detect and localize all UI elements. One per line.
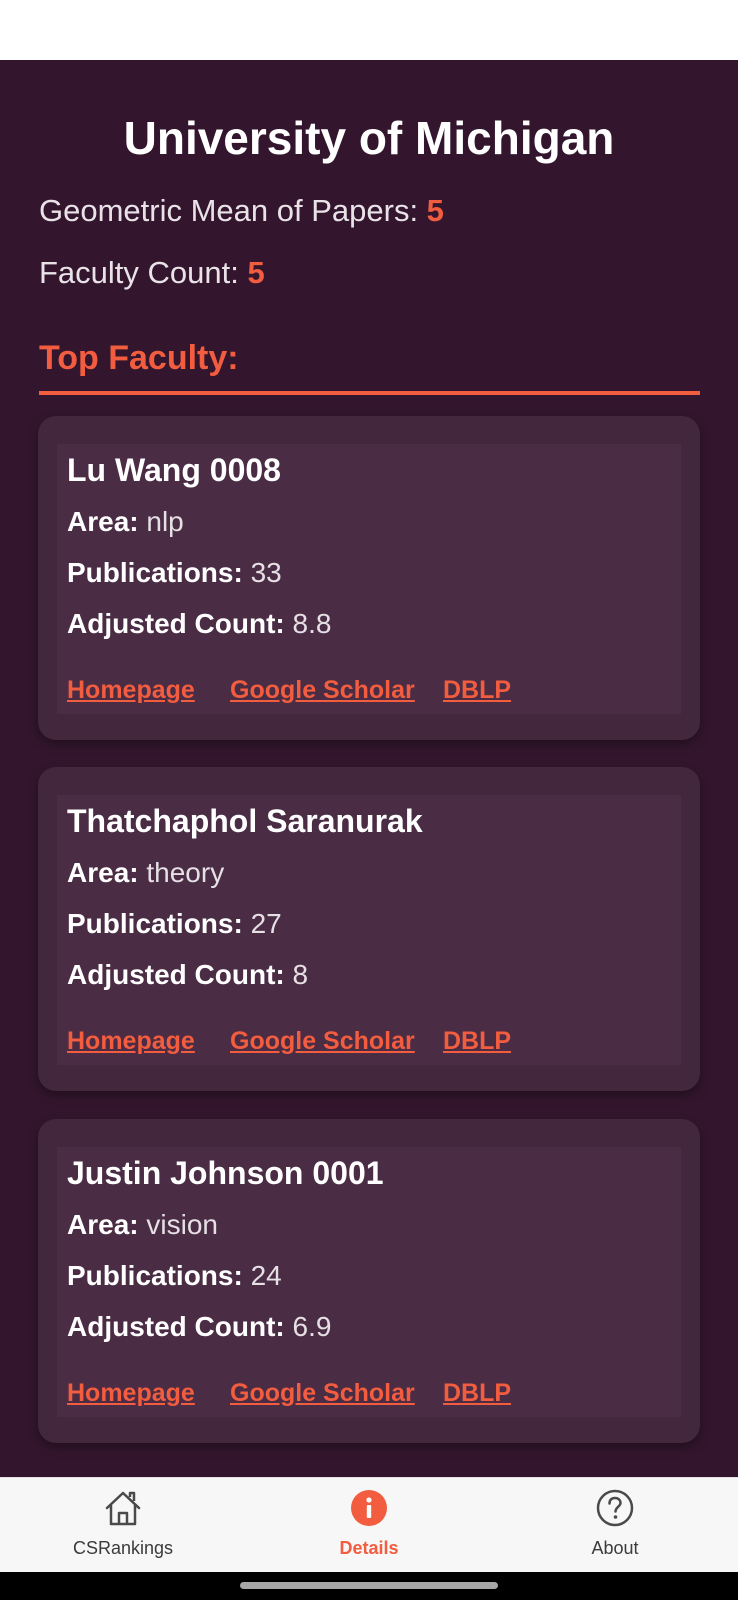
adjusted-count-label: Adjusted Count: [67,608,285,639]
google-scholar-link[interactable]: Google Scholar [230,674,415,706]
faculty-name: Justin Johnson 0001 [67,1155,384,1191]
area-label: Area: [67,857,139,888]
publications-label: Publications: [67,1260,243,1291]
faculty-count-value: 5 [247,255,265,290]
area-value: nlp [138,506,184,537]
dblp-link[interactable]: DBLP [443,1377,511,1409]
faculty-adjusted-count: Adjusted Count: 8 [67,957,308,993]
section-title: Top Faculty: [39,339,239,377]
faculty-adjusted-count: Adjusted Count: 8.8 [67,606,331,642]
tab-csrankings[interactable]: CSRankings [0,1478,246,1573]
faculty-area: Area: theory [67,855,224,891]
gesture-handle[interactable] [240,1582,498,1589]
google-scholar-link[interactable]: Google Scholar [230,1025,415,1057]
area-label: Area: [67,506,139,537]
faculty-adjusted-count: Adjusted Count: 6.9 [67,1309,331,1345]
faculty-card: Lu Wang 0008 Area: nlp Publications: 33 … [38,416,700,740]
geometric-mean-stat: Geometric Mean of Papers: 5 [39,191,444,231]
faculty-area: Area: nlp [67,504,184,540]
tab-label: About [591,1538,639,1558]
home-icon [103,1488,143,1528]
details-screen: University of Michigan Geometric Mean of… [0,60,738,1477]
google-scholar-link[interactable]: Google Scholar [230,1377,415,1409]
geometric-mean-label: Geometric Mean of Papers: [39,193,427,228]
adjusted-count-label: Adjusted Count: [67,959,285,990]
publications-value: 24 [242,1260,282,1291]
dblp-link[interactable]: DBLP [443,674,511,706]
adjusted-count-value: 8.8 [284,608,332,639]
adjusted-count-value: 8 [284,959,309,990]
geometric-mean-value: 5 [426,193,444,228]
faculty-count-stat: Faculty Count: 5 [39,253,265,293]
faculty-count-label: Faculty Count: [39,255,248,290]
faculty-card: Justin Johnson 0001 Area: vision Publica… [38,1119,700,1443]
faculty-publications: Publications: 27 [67,906,282,942]
tab-label: CSRankings [72,1538,174,1558]
area-value: theory [138,857,225,888]
publications-value: 27 [242,908,282,939]
publications-label: Publications: [67,557,243,588]
faculty-name: Thatchaphol Saranurak [67,803,423,839]
info-icon [349,1488,389,1528]
system-navigation-bar [0,1572,738,1600]
faculty-card: Thatchaphol Saranurak Area: theory Publi… [38,767,700,1091]
tab-details[interactable]: Details [246,1478,492,1573]
faculty-publications: Publications: 24 [67,1258,282,1294]
tab-about[interactable]: About [492,1478,738,1573]
bottom-tab-bar: CSRankings Details About [0,1477,738,1572]
homepage-link[interactable]: Homepage [67,674,195,706]
faculty-name: Lu Wang 0008 [67,452,281,488]
area-value: vision [138,1209,218,1240]
status-bar [0,0,738,60]
tab-label: Details [339,1538,399,1558]
faculty-publications: Publications: 33 [67,555,282,591]
section-divider [39,391,700,395]
page-title: University of Michigan [123,112,615,164]
homepage-link[interactable]: Homepage [67,1025,195,1057]
publications-value: 33 [242,557,282,588]
publications-label: Publications: [67,908,243,939]
help-icon [595,1488,635,1528]
homepage-link[interactable]: Homepage [67,1377,195,1409]
faculty-area: Area: vision [67,1207,218,1243]
area-label: Area: [67,1209,139,1240]
adjusted-count-label: Adjusted Count: [67,1311,285,1342]
adjusted-count-value: 6.9 [284,1311,332,1342]
dblp-link[interactable]: DBLP [443,1025,511,1057]
